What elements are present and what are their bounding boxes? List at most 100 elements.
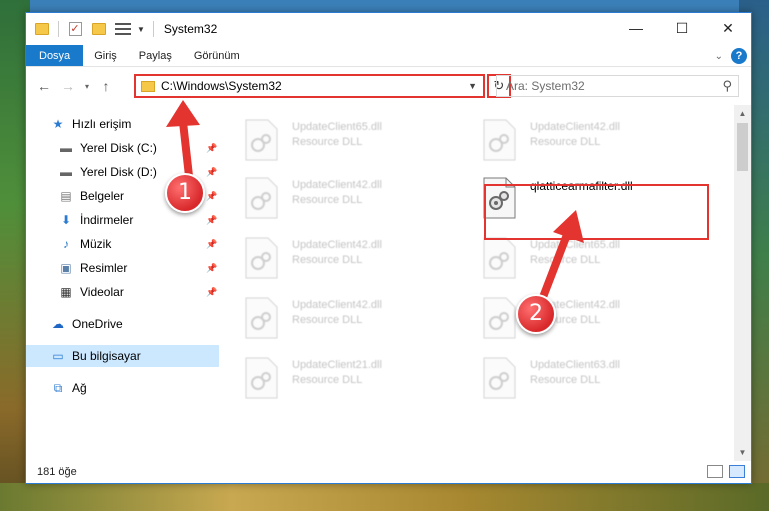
file-item[interactable]: UpdateClient42.dll Resource DLL — [244, 233, 464, 289]
nav-item-resimler[interactable]: ▣ Resimler 📌 — [26, 257, 219, 279]
pictures-icon: ▣ — [60, 261, 72, 275]
dll-file-icon — [483, 297, 516, 339]
file-item[interactable]: UpdateClient65.dll Resource DLL — [244, 115, 464, 171]
window-title: System32 — [163, 22, 218, 36]
file-name: UpdateClient65.dll — [292, 121, 382, 133]
file-type: Resource DLL — [292, 194, 363, 206]
file-item[interactable]: UpdateClient21.dll Resource DLL — [244, 353, 464, 409]
divider — [58, 21, 59, 37]
vertical-scrollbar[interactable]: ▲ ▼ — [734, 105, 751, 461]
file-name: UpdateClient42.dll — [530, 121, 620, 133]
file-name: UpdateClient63.dll — [530, 359, 620, 371]
recent-locations-icon[interactable]: ▾ — [80, 82, 94, 91]
file-list: UpdateClient65.dll Resource DLL UpdateCl… — [219, 105, 751, 461]
file-type: Resource DLL — [292, 136, 363, 148]
file-item[interactable]: UpdateClient42.dll Resource DLL — [244, 173, 464, 229]
nav-label: Bu bilgisayar — [72, 349, 141, 363]
nav-item-muzik[interactable]: ♪ Müzik 📌 — [26, 233, 219, 255]
file-name: UpdateClient65.dll — [530, 239, 620, 251]
window-controls: — ☐ ✕ — [613, 13, 751, 43]
step-1-marker: 1 — [165, 173, 205, 213]
view-buttons — [707, 465, 745, 478]
file-type: Resource DLL — [530, 136, 601, 148]
minimize-button[interactable]: — — [613, 13, 659, 43]
drive-icon: ▬ — [60, 165, 72, 179]
new-folder-icon[interactable] — [91, 21, 107, 37]
scroll-up-icon[interactable]: ▲ — [734, 105, 751, 122]
nav-label: Resimler — [80, 261, 128, 275]
nav-label: Müzik — [80, 237, 112, 251]
dll-file-icon — [483, 357, 516, 399]
file-type: Resource DLL — [292, 374, 363, 386]
nav-item-disk-c[interactable]: ▬ Yerel Disk (C:) 📌 — [26, 137, 219, 159]
nav-label: Belgeler — [80, 189, 125, 203]
navigation-pane: ★ Hızlı erişim ▬ Yerel Disk (C:) 📌 ▬ Yer… — [26, 105, 219, 461]
address-row: ← → ▾ ↑ C:\Windows\System32 ▼ ↻ Ara: Sys… — [26, 67, 751, 105]
file-item[interactable]: UpdateClient42.dll Resource DLL — [244, 293, 464, 349]
ribbon-tabs: Dosya Giriş Paylaş Görünüm ⌄ ? — [26, 45, 751, 67]
documents-icon: ▤ — [60, 189, 72, 203]
dll-file-icon — [245, 237, 278, 279]
file-type: Resource DLL — [292, 254, 363, 266]
back-button[interactable]: ← — [32, 78, 56, 94]
address-bar[interactable]: C:\Windows\System32 ▼ — [134, 74, 485, 98]
music-icon: ♪ — [63, 237, 69, 251]
file-item[interactable]: UpdateClient42.dll Resource DLL — [482, 293, 702, 349]
drive-icon: ▬ — [60, 141, 72, 155]
file-item[interactable]: UpdateClient42.dll Resource DLL — [482, 115, 702, 171]
file-explorer-window: ✓ ▼ System32 — ☐ ✕ Dosya Giriş Paylaş Gö… — [25, 12, 752, 484]
main-content: ★ Hızlı erişim ▬ Yerel Disk (C:) 📌 ▬ Yer… — [26, 105, 751, 461]
file-item[interactable]: UpdateClient63.dll Resource DLL — [482, 353, 702, 409]
pin-icon: 📌 — [206, 214, 218, 225]
tab-paylas[interactable]: Paylaş — [128, 45, 183, 66]
pin-icon: 📌 — [206, 238, 218, 249]
forward-button[interactable]: → — [56, 78, 80, 94]
maximize-button[interactable]: ☐ — [659, 13, 705, 43]
highlight-box-dll — [484, 184, 709, 240]
step-2-marker: 2 — [516, 294, 556, 334]
pin-icon: 📌 — [206, 142, 218, 153]
scroll-down-icon[interactable]: ▼ — [734, 444, 751, 461]
pin-icon: 📌 — [206, 262, 218, 273]
pin-icon: 📌 — [206, 166, 218, 177]
nav-item-onedrive[interactable]: ☁ OneDrive — [26, 313, 219, 335]
nav-item-videolar[interactable]: ▦ Videolar 📌 — [26, 281, 219, 303]
properties-check-icon[interactable]: ✓ — [67, 21, 83, 37]
folder-icon — [141, 80, 155, 92]
desktop-background-bottom — [0, 483, 769, 511]
folder-icon — [34, 21, 50, 37]
download-icon: ⬇ — [60, 213, 72, 227]
file-item[interactable]: UpdateClient65.dll Resource DLL — [482, 233, 702, 289]
file-name: UpdateClient42.dll — [292, 299, 382, 311]
divider — [152, 21, 154, 37]
close-button[interactable]: ✕ — [705, 13, 751, 43]
search-input[interactable]: Ara: System32 ⚲ — [496, 75, 739, 97]
tab-dosya[interactable]: Dosya — [26, 45, 84, 66]
nav-item-quick-access[interactable]: ★ Hızlı erişim — [26, 113, 219, 135]
star-icon: ★ — [52, 117, 64, 131]
search-placeholder: Ara: System32 — [506, 79, 585, 93]
file-name: UpdateClient42.dll — [292, 179, 382, 191]
computer-icon: ▭ — [52, 349, 64, 363]
file-name: UpdateClient21.dll — [292, 359, 382, 371]
videos-icon: ▦ — [60, 285, 72, 299]
tab-giris[interactable]: Giriş — [83, 45, 128, 66]
nav-item-ag[interactable]: ⧉ Ağ — [26, 377, 219, 399]
file-type: Resource DLL — [292, 314, 363, 326]
up-button[interactable]: ↑ — [94, 78, 118, 94]
status-bar: 181 öğe — [26, 461, 751, 483]
file-name: UpdateClient42.dll — [292, 239, 382, 251]
quick-access-dropdown-icon[interactable]: ▼ — [137, 25, 145, 34]
tab-gorunum[interactable]: Görünüm — [183, 45, 251, 66]
ribbon-right: ⌄ ? — [715, 48, 747, 64]
quick-access-properties-icon[interactable] — [115, 22, 131, 36]
chevron-down-icon[interactable]: ▼ — [468, 81, 477, 91]
scrollbar-thumb[interactable] — [737, 123, 748, 171]
help-icon[interactable]: ? — [731, 48, 747, 64]
large-icons-view-icon[interactable] — [729, 465, 745, 478]
nav-item-bu-bilgisayar[interactable]: ▭ Bu bilgisayar — [26, 345, 219, 367]
network-icon: ⧉ — [53, 380, 63, 395]
details-view-icon[interactable] — [707, 465, 723, 478]
expand-ribbon-icon[interactable]: ⌄ — [715, 51, 723, 62]
file-type: Resource DLL — [530, 254, 601, 266]
